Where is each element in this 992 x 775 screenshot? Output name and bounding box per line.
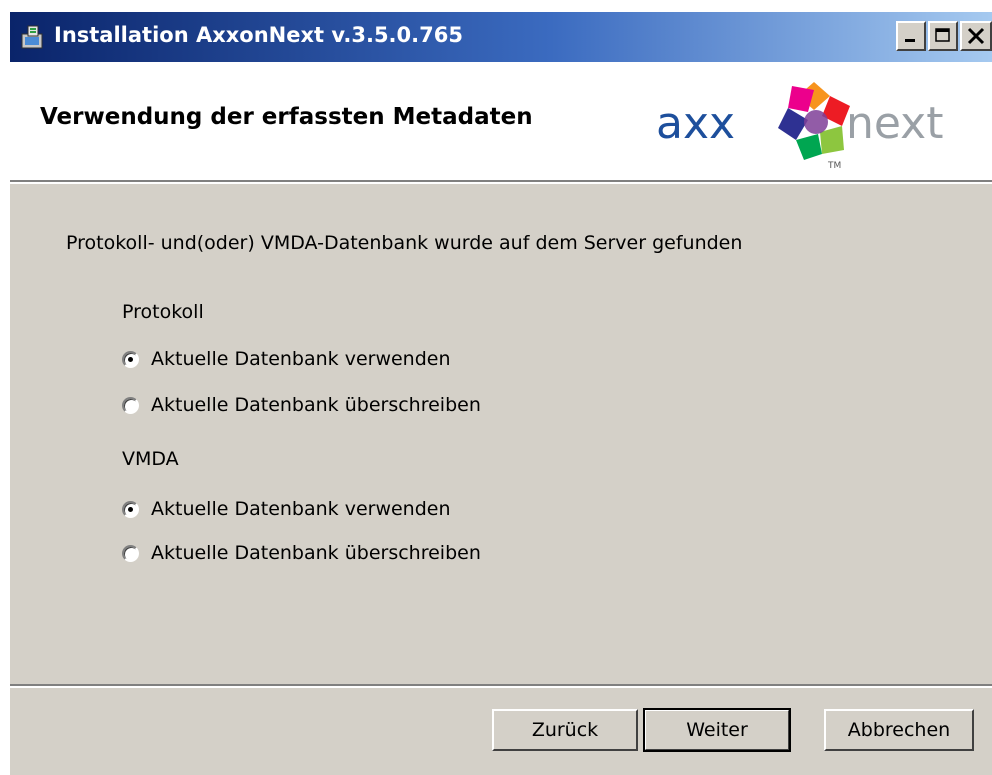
vmda-group-label: VMDA bbox=[122, 448, 179, 470]
intro-text: Protokoll- und(oder) VMDA-Datenbank wurd… bbox=[66, 232, 743, 254]
logo-right-text: next bbox=[846, 98, 943, 149]
radio-button[interactable] bbox=[122, 396, 139, 414]
footer-separator bbox=[10, 684, 992, 688]
header-separator bbox=[10, 180, 992, 184]
installer-window: Installation AxxonNext v.3.5.0.765 Verwe… bbox=[8, 10, 992, 775]
protokoll-option-overwrite[interactable]: Aktuelle Datenbank überschreiben bbox=[122, 392, 481, 418]
window-title: Installation AxxonNext v.3.5.0.765 bbox=[54, 23, 463, 47]
logo-flower-icon bbox=[778, 82, 850, 160]
cancel-button[interactable]: Abbrechen bbox=[824, 709, 974, 751]
protokoll-group-label: Protokoll bbox=[122, 301, 204, 323]
minimize-button[interactable] bbox=[896, 21, 926, 51]
radio-button[interactable] bbox=[122, 350, 139, 368]
axxonnext-logo: axx next TM bbox=[656, 68, 992, 176]
close-button[interactable] bbox=[960, 21, 992, 51]
wizard-header: Verwendung der erfassten Metadaten axx n… bbox=[10, 62, 992, 180]
maximize-icon bbox=[935, 28, 950, 42]
logo-trademark: TM bbox=[827, 161, 841, 171]
page-title: Verwendung der erfassten Metadaten bbox=[40, 104, 533, 130]
radio-label: Aktuelle Datenbank überschreiben bbox=[151, 394, 481, 416]
radio-label: Aktuelle Datenbank verwenden bbox=[151, 348, 451, 370]
maximize-button[interactable] bbox=[928, 21, 958, 51]
protokoll-option-use[interactable]: Aktuelle Datenbank verwenden bbox=[122, 346, 451, 372]
vmda-option-use[interactable]: Aktuelle Datenbank verwenden bbox=[122, 496, 451, 522]
logo-left-text: axx bbox=[656, 98, 735, 149]
radio-button[interactable] bbox=[122, 544, 139, 562]
close-icon bbox=[967, 27, 985, 45]
title-bar[interactable]: Installation AxxonNext v.3.5.0.765 bbox=[10, 12, 992, 62]
radio-button[interactable] bbox=[122, 500, 139, 518]
axxonnext-logo-graphic: axx next TM bbox=[656, 82, 943, 171]
radio-label: Aktuelle Datenbank überschreiben bbox=[151, 542, 481, 564]
installer-app-icon bbox=[20, 24, 46, 50]
next-button[interactable]: Weiter bbox=[643, 708, 791, 752]
vmda-option-overwrite[interactable]: Aktuelle Datenbank überschreiben bbox=[122, 540, 481, 566]
radio-label: Aktuelle Datenbank verwenden bbox=[151, 498, 451, 520]
back-button[interactable]: Zurück bbox=[492, 709, 638, 751]
minimize-icon bbox=[905, 39, 915, 42]
